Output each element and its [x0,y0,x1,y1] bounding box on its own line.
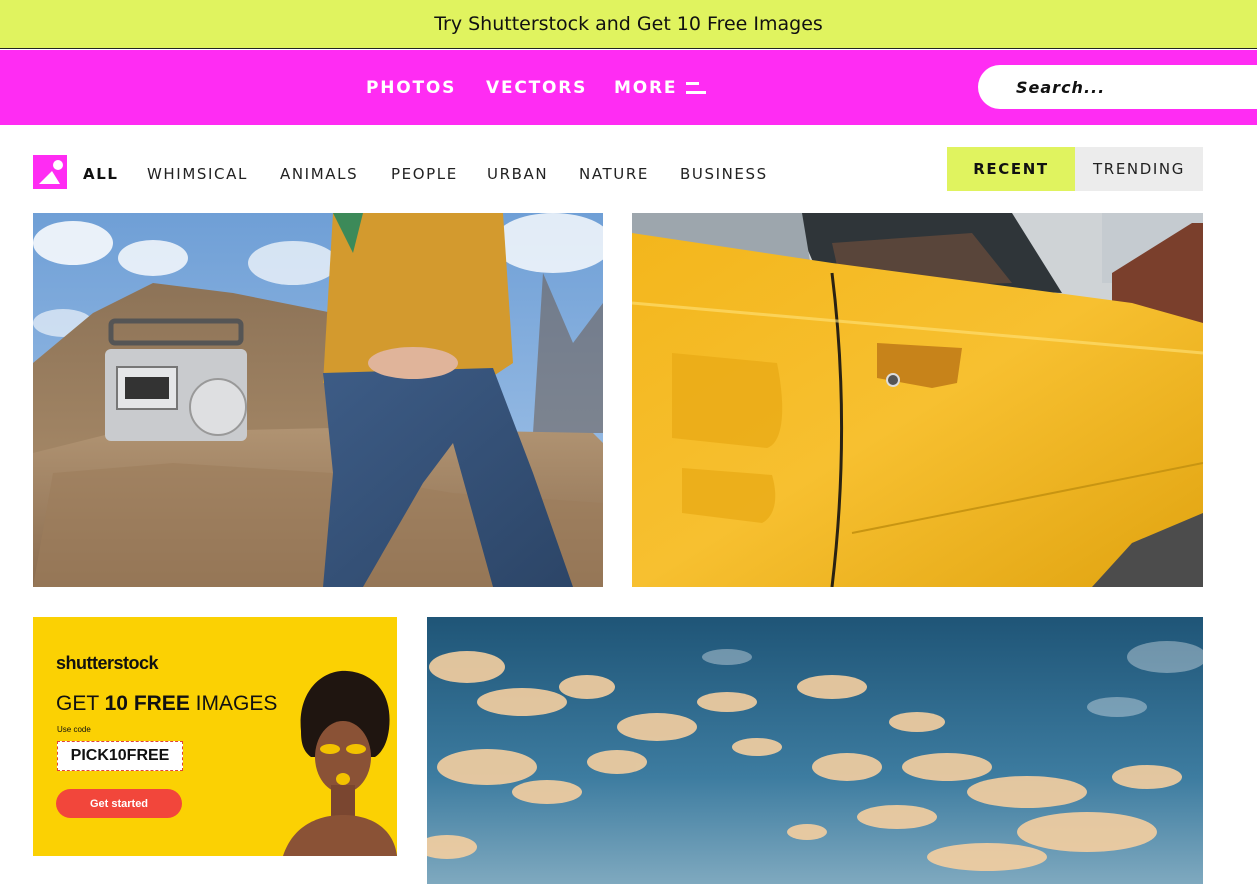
sort-trending-label: TRENDING [1093,160,1185,178]
promo-banner-text[interactable]: Try Shutterstock and Get 10 Free Images [434,13,823,35]
image-logo-icon[interactable] [33,155,67,189]
category-whimsical[interactable]: WHIMSICAL [147,165,248,183]
photo-woman-with-radio-image [33,213,603,587]
photo-sky-clouds-image [427,617,1203,884]
nav-photos-link[interactable]: PHOTOS [366,78,456,98]
category-urban[interactable]: URBAN [487,165,548,183]
photo-woman-with-radio[interactable] [33,213,603,587]
category-animals[interactable]: ANIMALS [280,165,358,183]
ad-promo-code: PICK10FREE [57,741,183,771]
category-business[interactable]: BUSINESS [680,165,768,183]
promo-banner[interactable]: Try Shutterstock and Get 10 Free Images [0,0,1257,49]
nav-vectors-link[interactable]: VECTORS [486,78,587,98]
ad-brand-logo: shutterstock [56,653,159,673]
search-input[interactable] [1016,65,1246,109]
top-nav: PHOTOS VECTORS MORE [0,50,1257,125]
get-started-button[interactable]: Get started [56,789,182,818]
photo-sky-clouds[interactable] [427,617,1203,884]
search-box[interactable] [978,65,1257,109]
sort-recent-label: RECENT [973,160,1049,178]
category-nature[interactable]: NATURE [579,165,649,183]
ad-code-label: Use code [57,725,91,734]
photo-yellow-car-image [632,213,1203,587]
sort-trending-button[interactable]: TRENDING [1075,147,1203,191]
category-all[interactable]: ALL [83,165,119,183]
ad-headline: GET 10 FREE IMAGES [56,692,278,715]
menu-lines-icon[interactable] [686,82,706,96]
sort-recent-button[interactable]: RECENT [947,147,1075,191]
shutterstock-ad[interactable]: shutterstock GET 10 FREE IMAGES Use code… [33,617,397,856]
category-filter-bar: ALL WHIMSICAL ANIMALS PEOPLE URBAN NATUR… [0,147,1257,192]
category-people[interactable]: PEOPLE [391,165,458,183]
ad-model-illustration [283,670,397,856]
photo-yellow-car[interactable] [632,213,1203,587]
nav-more-link[interactable]: MORE [614,78,677,98]
